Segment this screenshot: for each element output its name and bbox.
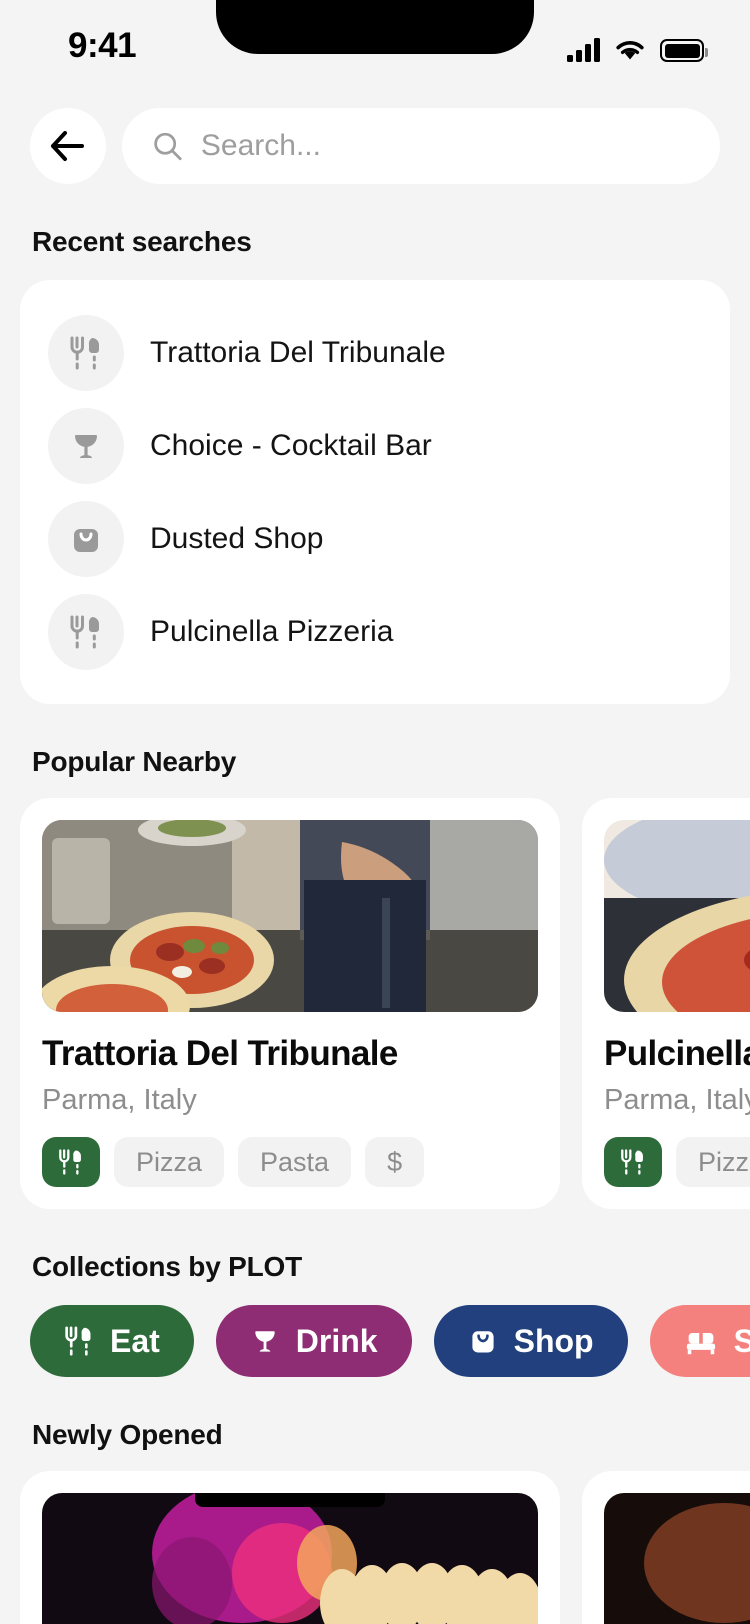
search-header (0, 108, 750, 184)
utensils-icon (65, 1326, 91, 1356)
newly-opened-rail[interactable] (0, 1451, 750, 1624)
search-input[interactable] (200, 129, 690, 163)
collection-pill-label: Shop (513, 1322, 594, 1359)
list-item[interactable]: Pulcinella Pizzeria (20, 585, 730, 678)
cocktail-glass-icon (48, 407, 124, 484)
back-button[interactable] (30, 108, 106, 184)
utensils-icon (48, 314, 124, 391)
collection-pill-label: Eat (110, 1322, 160, 1359)
back-arrow-icon (51, 131, 84, 161)
place-card[interactable]: Pulcinella Pizzeria Parma, Italy Pizza P… (582, 798, 750, 1209)
recent-searches-title: Recent searches (32, 226, 252, 257)
utensils-icon[interactable] (604, 1137, 662, 1187)
place-chips: Pizza Pasta $ (604, 1137, 750, 1187)
place-card[interactable]: Trattoria Del Tribunale Parma, Italy Piz… (20, 798, 560, 1209)
search-icon (154, 132, 182, 161)
battery-full-icon (660, 39, 708, 62)
collection-pill-label: Stay (733, 1322, 750, 1359)
place-name: Pulcinella Pizzeria (604, 1034, 750, 1073)
shopping-bag-icon (48, 500, 124, 577)
list-item-label: Trattoria Del Tribunale (150, 335, 446, 369)
collections-rail[interactable]: Eat Drink Shop St (0, 1283, 750, 1377)
notch-bar (195, 1493, 385, 1507)
utensils-icon (48, 593, 124, 670)
collection-pill-stay[interactable]: Stay (649, 1305, 750, 1377)
popular-nearby-title: Popular Nearby (32, 746, 237, 777)
neon-nightlife-photo (42, 1493, 538, 1624)
phone-screen: 9:41 Recent searches (0, 0, 750, 1624)
collections-title: Collections by PLOT (32, 1251, 303, 1282)
collection-pill-shop[interactable]: Shop (433, 1305, 628, 1377)
utensils-icon[interactable] (42, 1137, 100, 1187)
collection-pill-eat[interactable]: Eat (30, 1305, 194, 1377)
status-bar: 9:41 (0, 0, 750, 96)
list-item[interactable]: Dusted Shop (20, 492, 730, 585)
chip[interactable]: $ (365, 1137, 425, 1187)
place-location: Parma, Italy (42, 1084, 197, 1116)
place-location: Parma, Italy (604, 1084, 750, 1116)
recent-searches-list: Trattoria Del Tribunale Choice - Cocktai… (20, 280, 730, 704)
newly-opened-title: Newly Opened (32, 1419, 223, 1450)
status-bar-time: 9:41 (68, 26, 137, 65)
list-item-label: Dusted Shop (150, 521, 324, 555)
shopping-bag-icon (472, 1331, 494, 1353)
list-item[interactable]: Trattoria Del Tribunale (20, 306, 730, 399)
new-place-card[interactable] (20, 1471, 560, 1624)
chip[interactable]: Pizza (676, 1137, 750, 1187)
margherita-pizza-photo (604, 820, 750, 1012)
place-name: Trattoria Del Tribunale (42, 1034, 398, 1073)
popular-nearby-rail[interactable]: Trattoria Del Tribunale Parma, Italy Piz… (0, 778, 750, 1209)
dynamic-island (216, 0, 534, 54)
status-bar-indicators (567, 30, 708, 62)
bed-icon (686, 1333, 715, 1355)
cocktail-glass-icon (255, 1331, 275, 1352)
warm-interior-photo (604, 1493, 750, 1624)
search-bar[interactable] (122, 108, 720, 184)
wifi-icon (616, 41, 644, 60)
collection-pill-label: Drink (295, 1322, 378, 1359)
chef-plating-pizza-photo (42, 820, 538, 1012)
chip[interactable]: Pasta (238, 1137, 352, 1187)
list-item[interactable]: Choice - Cocktail Bar (20, 399, 730, 492)
list-item-label: Choice - Cocktail Bar (150, 428, 432, 462)
chip[interactable]: Pizza (114, 1137, 225, 1187)
collection-pill-drink[interactable]: Drink (215, 1305, 412, 1377)
list-item-label: Pulcinella Pizzeria (150, 614, 394, 648)
place-chips: Pizza Pasta $ (42, 1137, 538, 1187)
new-place-card[interactable] (582, 1471, 750, 1624)
cellular-bars-icon (567, 38, 600, 62)
